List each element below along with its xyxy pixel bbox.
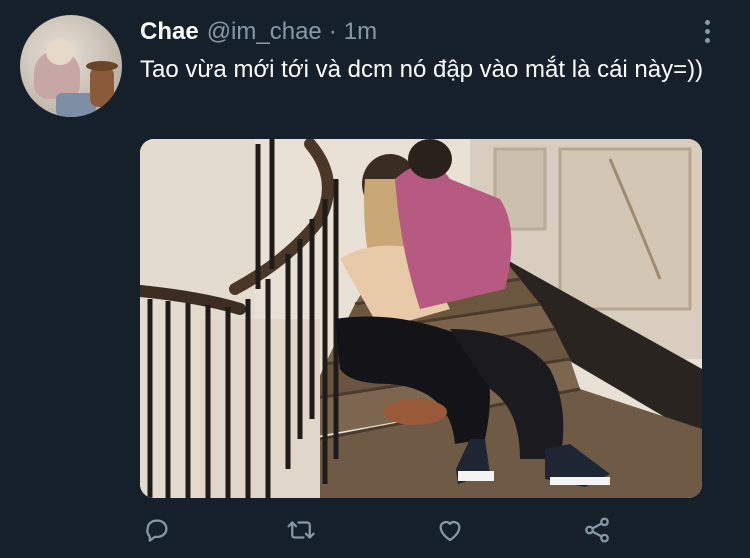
avatar-head [46,39,74,65]
tweet-text: Tao vừa mới tới và dcm nó đập vào mắt là… [140,56,704,83]
display-name[interactable]: Chae [140,18,199,46]
user-handle[interactable]: @im_chae [207,18,322,46]
avatar-toy-hat [86,61,118,71]
share-icon[interactable] [577,510,617,550]
tweet-photo[interactable] [140,139,702,498]
more-vertical-icon[interactable] [700,20,714,46]
reply-icon[interactable] [137,510,177,550]
tweet-header: Chae @im_chae · 1m [140,18,377,46]
tweet-actions [140,510,640,550]
avatar-toy [90,67,114,107]
heart-icon[interactable] [430,510,470,550]
avatar[interactable] [20,15,122,117]
separator-dot: · [328,18,337,45]
retweet-icon[interactable] [281,510,321,550]
timestamp[interactable]: 1m [344,18,377,46]
